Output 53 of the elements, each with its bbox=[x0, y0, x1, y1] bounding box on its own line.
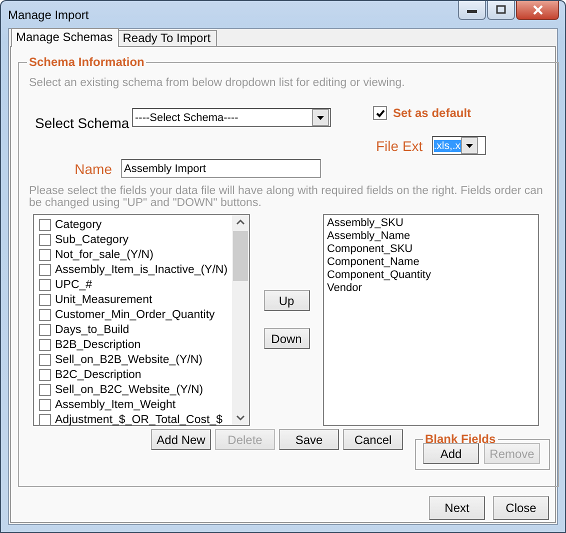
field-checkbox-item[interactable]: Sell_on_B2B_Website_(Y/N) bbox=[39, 352, 232, 367]
window-title: Manage Import bbox=[8, 8, 89, 22]
field-checkbox-item[interactable]: Not_for_sale_(Y/N) bbox=[39, 247, 232, 262]
caret-icon bbox=[317, 116, 324, 120]
scrollbar[interactable] bbox=[232, 215, 249, 425]
action-button[interactable]: Save bbox=[279, 429, 339, 450]
field-checkbox-item[interactable]: Days_to_Build bbox=[39, 322, 232, 337]
field-label: File Ext bbox=[376, 138, 423, 154]
name-field[interactable]: Assembly Import bbox=[121, 159, 321, 178]
tab[interactable]: Ready To Import bbox=[118, 30, 217, 46]
set-default-checkbox[interactable]: Set as default bbox=[373, 106, 472, 120]
maximize-icon bbox=[495, 5, 507, 15]
up-button[interactable]: Up bbox=[264, 290, 310, 311]
field-checkbox-item[interactable]: Assembly_Item_Weight bbox=[39, 397, 232, 412]
available-fields-list[interactable] bbox=[33, 214, 250, 426]
scrollbar-thumb[interactable] bbox=[233, 231, 248, 281]
close-button[interactable] bbox=[516, 1, 559, 20]
field-checkbox-item[interactable]: Assembly_Item_is_Inactive_(Y/N) bbox=[39, 262, 232, 277]
list-item[interactable]: Vendor bbox=[327, 282, 538, 295]
minimize-button[interactable] bbox=[458, 1, 486, 20]
list-item[interactable]: Component_Name bbox=[327, 256, 538, 269]
field-checkbox-item[interactable]: Sub_Category bbox=[39, 232, 232, 247]
field-checkbox-item[interactable]: B2C_Description bbox=[39, 367, 232, 382]
field-checkbox-item[interactable]: Unit_Measurement bbox=[39, 292, 232, 307]
action-button[interactable]: Add bbox=[423, 443, 479, 464]
tab[interactable]: Manage Schemas bbox=[11, 28, 119, 47]
checkmark-icon bbox=[374, 108, 386, 118]
close-icon bbox=[532, 5, 544, 15]
action-button[interactable]: Cancel bbox=[343, 429, 403, 450]
field-checkbox-item[interactable]: Category bbox=[39, 217, 232, 232]
field-checkbox-item[interactable]: UPC_# bbox=[39, 277, 232, 292]
field-label: Name bbox=[74, 160, 113, 176]
caret-icon bbox=[466, 144, 473, 148]
list-item[interactable]: Component_Quantity bbox=[327, 269, 538, 282]
hint-text: Please select the fields your data file will have along with required fields on the right. Fields order can be changed using "UP" and "DOWN" buttons. bbox=[29, 185, 544, 209]
list-item[interactable]: Assembly_SKU bbox=[327, 217, 538, 230]
field-checkbox-item[interactable]: B2B_Description bbox=[39, 337, 232, 352]
field-checkbox-item[interactable]: Adjustment_$_OR_Total_Cost_$ bbox=[39, 412, 232, 427]
down-button[interactable]: Down bbox=[264, 328, 310, 349]
list-item[interactable]: Assembly_Name bbox=[327, 230, 538, 243]
field-label: Select Schema bbox=[35, 115, 130, 131]
group-title: Schema Information bbox=[28, 55, 146, 69]
action-button[interactable]: Add New bbox=[151, 429, 211, 450]
hint-text: Select an existing schema from below dropdown list for editing or viewing. bbox=[29, 77, 406, 89]
selected-fields-list[interactable]: Assembly_SKU Assembly_Name Component_SKU Component_Name Component_Quantity Vendor bbox=[323, 214, 539, 426]
field-checkbox-item[interactable]: Sell_on_B2C_Website_(Y/N) bbox=[39, 382, 232, 397]
list-item[interactable]: Component_SKU bbox=[327, 243, 538, 256]
schema-dropdown[interactable]: ----Select Schema---- bbox=[132, 108, 331, 127]
field-checkbox-item[interactable]: Customer_Min_Order_Quantity bbox=[39, 307, 232, 322]
maximize-button[interactable] bbox=[487, 1, 515, 20]
group-title: Blank Fields bbox=[424, 432, 497, 446]
footer-button[interactable]: Close bbox=[493, 496, 549, 520]
footer-button[interactable]: Next bbox=[429, 496, 485, 520]
